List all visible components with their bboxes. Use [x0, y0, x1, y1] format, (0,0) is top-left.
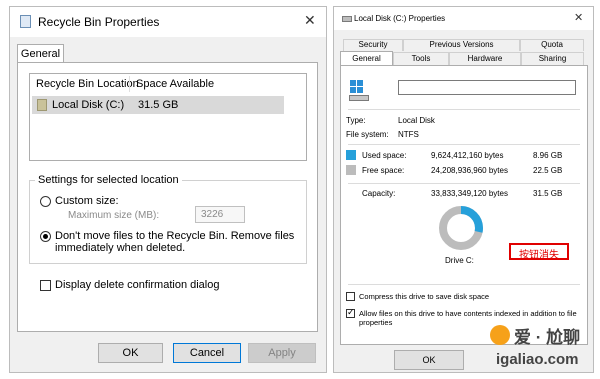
- fs-value: NTFS: [398, 130, 419, 139]
- title-bar: Recycle Bin Properties ✕: [10, 7, 326, 37]
- cancel-button[interactable]: Cancel: [173, 343, 241, 363]
- drive-icon: [37, 99, 47, 111]
- tab-security[interactable]: Security: [343, 39, 403, 51]
- watermark: 爱 · 尬聊 igaliao.com: [490, 321, 596, 375]
- max-size-value: 3226: [201, 209, 224, 220]
- used-label: Used space:: [362, 151, 407, 160]
- tab-general-label: General: [20, 48, 61, 60]
- free-swatch: [346, 165, 356, 175]
- column-divider: [129, 76, 130, 92]
- free-bytes: 24,208,936,960 bytes: [431, 166, 508, 175]
- ok-button[interactable]: OK: [394, 350, 464, 370]
- tab-general-label: General: [352, 54, 381, 63]
- tab-hardware[interactable]: Hardware: [449, 52, 521, 65]
- disk-icon: [349, 80, 371, 102]
- compress-label: Compress this drive to save disk space: [359, 292, 490, 301]
- used-bytes: 9,624,412,160 bytes: [431, 151, 504, 160]
- drive-label: Drive C:: [445, 256, 474, 265]
- dont-move-radio[interactable]: [40, 231, 51, 242]
- tab-quota-label: Quota: [541, 40, 563, 49]
- ok-button[interactable]: OK: [98, 343, 163, 363]
- display-confirm-label: Display delete confirmation dialog: [55, 279, 220, 291]
- drive-icon: [342, 16, 352, 22]
- tab-sharing[interactable]: Sharing: [521, 52, 584, 65]
- tab-general[interactable]: General: [17, 44, 64, 63]
- tab-general[interactable]: General: [340, 51, 393, 66]
- used-gb: 8.96 GB: [533, 151, 563, 160]
- custom-size-label: Custom size:: [55, 195, 119, 207]
- tab-previous-versions-label: Previous Versions: [429, 40, 494, 49]
- capacity-gb: 31.5 GB: [533, 189, 563, 198]
- max-size-label: Maximum size (MB):: [68, 210, 160, 221]
- tab-tools[interactable]: Tools: [393, 52, 449, 65]
- tab-panel: Recycle Bin Location Space Available Loc…: [17, 62, 318, 332]
- watermark-brand: 爱 · 尬聊: [514, 328, 581, 347]
- allow-index-checkbox[interactable]: ✓: [346, 307, 355, 318]
- tab-panel: Type: Local Disk File system: NTFS Used …: [340, 65, 588, 345]
- watermark-site: igaliao.com: [496, 351, 579, 368]
- tab-hardware-label: Hardware: [467, 54, 503, 63]
- row-space: 31.5 GB: [138, 99, 179, 111]
- tab-security-label: Security: [358, 40, 388, 49]
- window-title: Local Disk (C:) Properties: [354, 14, 446, 23]
- recycle-bin-icon: [20, 15, 31, 28]
- apply-button-label: Apply: [268, 347, 296, 359]
- table-row[interactable]: Local Disk (C:) 31.5 GB: [32, 96, 284, 114]
- custom-size-radio[interactable]: [40, 196, 51, 207]
- window-title: Recycle Bin Properties: [38, 15, 160, 29]
- fs-label: File system:: [346, 130, 389, 139]
- max-size-input[interactable]: 3226: [195, 206, 245, 223]
- annotation-text: 按钮消失: [519, 250, 559, 261]
- apply-button[interactable]: Apply: [248, 343, 316, 363]
- separator: [348, 144, 580, 145]
- display-confirm-checkbox[interactable]: [40, 280, 51, 291]
- free-gb: 22.5 GB: [533, 166, 563, 175]
- tab-quota[interactable]: Quota: [520, 39, 584, 51]
- free-label: Free space:: [362, 166, 405, 175]
- tab-previous-versions[interactable]: Previous Versions: [403, 39, 520, 51]
- capacity-bytes: 33,833,349,120 bytes: [431, 189, 508, 198]
- ok-button-label: OK: [422, 355, 436, 365]
- recycle-bin-window: Recycle Bin Properties ✕ General Recycle…: [9, 6, 327, 373]
- dont-move-label: Don't move files to the Recycle Bin. Rem…: [55, 230, 295, 254]
- local-disk-window: Local Disk (C:) Properties ✕ Security Pr…: [333, 6, 594, 373]
- row-location: Local Disk (C:): [52, 99, 125, 111]
- usage-donut: [439, 206, 483, 250]
- capacity-label: Capacity:: [362, 189, 396, 198]
- ok-button-label: OK: [122, 347, 139, 359]
- location-list[interactable]: Recycle Bin Location Space Available Loc…: [29, 73, 307, 161]
- settings-group-title: Settings for selected location: [35, 174, 182, 186]
- drive-name-input[interactable]: [398, 80, 576, 95]
- used-swatch: [346, 150, 356, 160]
- close-icon[interactable]: ✕: [574, 11, 583, 24]
- separator: [348, 183, 580, 184]
- column-header-location[interactable]: Recycle Bin Location: [36, 78, 139, 90]
- annotation-box: 按钮消失: [509, 243, 569, 261]
- separator: [348, 109, 580, 110]
- compress-checkbox[interactable]: [346, 292, 355, 301]
- cancel-button-label: Cancel: [189, 347, 225, 359]
- tab-sharing-label: Sharing: [538, 54, 567, 63]
- tab-tools-label: Tools: [411, 54, 431, 63]
- type-label: Type:: [346, 116, 366, 125]
- separator: [348, 284, 580, 285]
- check-mark-icon: ✓: [347, 307, 355, 317]
- close-icon[interactable]: ✕: [304, 12, 316, 29]
- type-value: Local Disk: [398, 116, 435, 125]
- watermark-logo-icon: [490, 325, 510, 345]
- title-bar: Local Disk (C:) Properties ✕: [334, 7, 593, 30]
- column-header-space[interactable]: Space Available: [136, 78, 214, 90]
